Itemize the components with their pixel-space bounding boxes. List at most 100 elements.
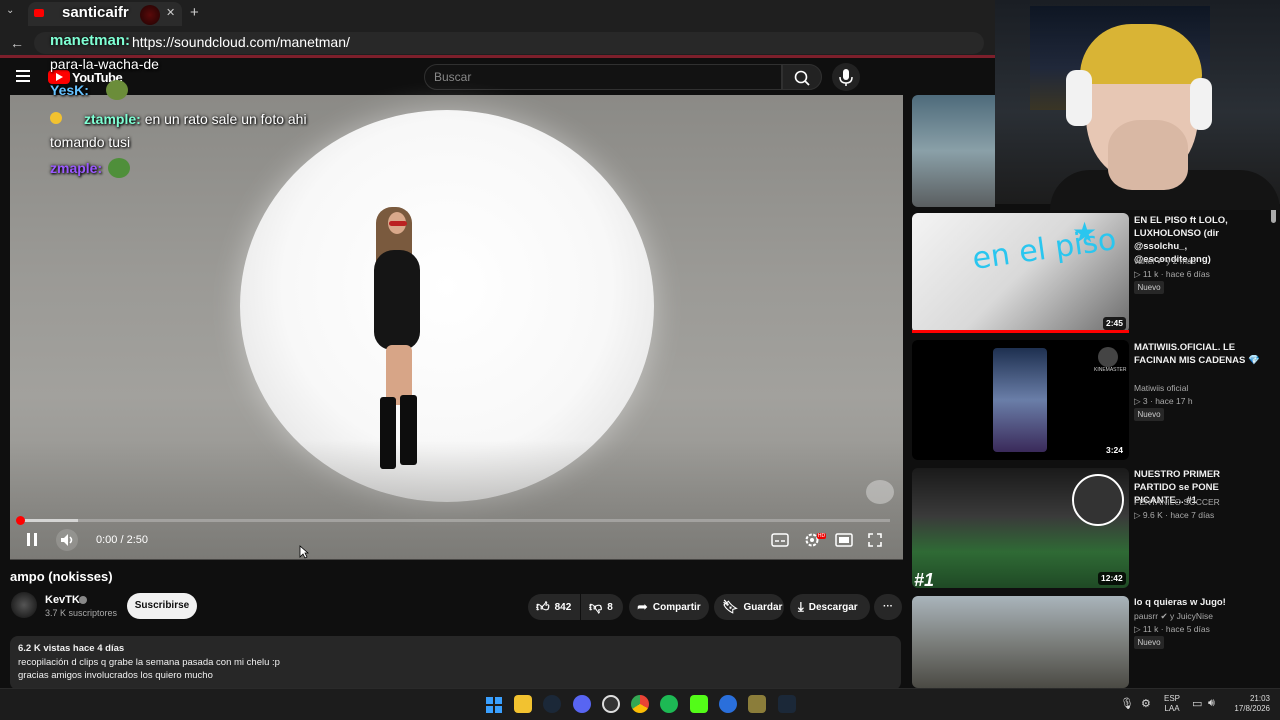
avatar: [140, 5, 160, 25]
channel-name[interactable]: KevTK: [45, 594, 80, 606]
sidebar-channel[interactable]: vahel ✔ y 2 más: [1134, 256, 1196, 267]
steam-icon[interactable]: [543, 695, 561, 713]
app-icon[interactable]: [719, 695, 737, 713]
menu-icon[interactable]: [16, 70, 30, 82]
new-badge: Nuevo: [1134, 636, 1164, 649]
file-explorer-icon[interactable]: [514, 695, 532, 713]
theater-mode-button[interactable]: [835, 532, 853, 553]
volume-tray-icon[interactable]: 🔊︎: [1208, 697, 1215, 710]
search-button[interactable]: [782, 64, 822, 90]
network-tray-icon[interactable]: ⚙︎: [1141, 697, 1151, 710]
tab-close-icon[interactable]: ✕: [166, 6, 175, 19]
sidebar-thumbnail[interactable]: [912, 596, 1129, 688]
hd-badge: HD: [817, 533, 826, 539]
watched-progress: [912, 330, 1129, 333]
video-title: ampo (nokisses): [10, 569, 113, 584]
sidebar-thumbnail-partial[interactable]: [912, 95, 995, 207]
pause-button[interactable]: [24, 531, 40, 554]
discord-icon[interactable]: [573, 695, 591, 713]
download-button[interactable]: ⤓ Descargar: [790, 594, 870, 620]
webcam-headphone-left: [1066, 70, 1092, 126]
new-badge: Nuevo: [1134, 281, 1164, 294]
subtitles-button[interactable]: [771, 532, 789, 553]
save-button[interactable]: 🔖︎ Guardar: [714, 594, 784, 620]
chat-overlay-user: manetman:: [50, 32, 131, 49]
video-duration: 12:42: [1098, 572, 1126, 585]
time-display: 0:00 / 2:50: [96, 534, 148, 546]
download-icon: ⤓: [798, 599, 804, 614]
progress-buffer: [20, 519, 78, 522]
theater-icon: [835, 533, 853, 547]
pepe-emote-icon: [108, 158, 130, 178]
chat-line: ztample: en un rato sale un foto ahi: [84, 111, 307, 127]
new-badge: Nuevo: [1134, 408, 1164, 421]
sidebar-stats: ▷ 3 · hace 17 h: [1134, 396, 1193, 406]
description-line: gracias amigos involucrados los quiero m…: [18, 670, 213, 681]
video-duration: 3:24: [1103, 444, 1127, 457]
badge-icon: [50, 112, 62, 124]
star-icon: ★: [1072, 217, 1098, 248]
monitor-tray-icon[interactable]: ▭: [1192, 697, 1202, 710]
progress-scrubber[interactable]: [16, 516, 25, 525]
microphone-tray-icon[interactable]: 🎙︎: [1120, 697, 1134, 710]
spotify-icon[interactable]: [660, 695, 678, 713]
webcam-headphone-right: [1190, 78, 1212, 130]
thumbnail-tag: #1: [914, 570, 935, 590]
sidebar-stats: ▷ 9.6 K · hace 7 días: [1134, 510, 1215, 520]
video-person-dress: [374, 250, 420, 350]
sidebar-channel[interactable]: FENTANILO SOCCER: [1134, 497, 1220, 507]
thumbs-down-icon: 👎︎: [589, 599, 603, 614]
share-icon: ➦: [637, 599, 648, 614]
volume-icon: [61, 534, 73, 546]
thumbnail-face-circle: [1072, 474, 1124, 526]
more-actions-button[interactable]: ···: [874, 594, 902, 620]
clock[interactable]: 21:03 17/8/2026: [1222, 694, 1270, 714]
chat-line: zmaple:: [50, 160, 103, 176]
back-arrow-icon[interactable]: ←: [10, 35, 24, 51]
voice-search-button[interactable]: [832, 63, 860, 91]
new-tab-button[interactable]: +: [190, 4, 199, 21]
volume-button[interactable]: [56, 529, 78, 551]
video-watermark-icon: [866, 480, 894, 504]
search-placeholder: Buscar: [434, 70, 472, 84]
search-input[interactable]: [424, 64, 782, 90]
fullscreen-button[interactable]: [867, 532, 883, 553]
chat-line: YesK:: [50, 82, 89, 98]
channel-avatar[interactable]: [11, 592, 37, 618]
tab-list-button[interactable]: ⌄: [6, 5, 14, 16]
windows-icon: [486, 697, 502, 713]
microphone-icon: [839, 69, 853, 86]
share-button[interactable]: ➦ Compartir: [629, 594, 709, 620]
chat-line: tomando tusi: [50, 134, 131, 150]
fullscreen-icon: [868, 533, 882, 547]
sidebar-channel[interactable]: Matiwiis oficial: [1134, 383, 1188, 393]
video-person-boot-right: [400, 395, 417, 465]
start-button[interactable]: [485, 696, 503, 719]
game-icon[interactable]: [748, 695, 766, 713]
progress-bar[interactable]: [20, 519, 890, 522]
thumbnail-phone-image: [993, 348, 1047, 452]
kinemaster-logo-icon: [1098, 347, 1118, 367]
subscribe-button[interactable]: Suscribirse: [127, 593, 197, 619]
search-icon: [794, 70, 810, 86]
steam-secondary-icon[interactable]: [778, 695, 796, 713]
like-button[interactable]: 👍︎ 842: [528, 594, 580, 620]
address-url[interactable]: https://soundcloud.com/manetman/: [132, 34, 350, 50]
sidebar-stats: ▷ 11 k · hace 5 días: [1134, 624, 1210, 634]
description-line: recopilación d clips q grabe la semana p…: [18, 657, 280, 668]
verified-icon: [79, 596, 87, 604]
obs-icon[interactable]: [602, 695, 620, 713]
sidebar-video-title[interactable]: lo q quieras w Jugo!: [1134, 596, 1262, 609]
kick-icon[interactable]: [690, 695, 708, 713]
sidebar-channel[interactable]: pausrr ✔ y JuicyNise: [1134, 611, 1213, 622]
language-indicator[interactable]: ESP LAA: [1160, 694, 1184, 714]
view-stats: 6.2 K vistas hace 4 días: [18, 643, 125, 654]
dislike-button[interactable]: 👎︎ 8: [581, 594, 623, 620]
youtube-favicon-icon: [34, 9, 44, 17]
pause-icon: [27, 533, 37, 546]
webcam-hand: [1108, 120, 1188, 190]
tab-title: santicaifr: [62, 4, 129, 21]
chrome-icon[interactable]: [631, 695, 649, 713]
sidebar-video-title[interactable]: MATIWIIS.OFICIAL. LE FACINAN MIS CADENAS…: [1134, 341, 1262, 367]
video-person-boot-left: [380, 397, 396, 469]
